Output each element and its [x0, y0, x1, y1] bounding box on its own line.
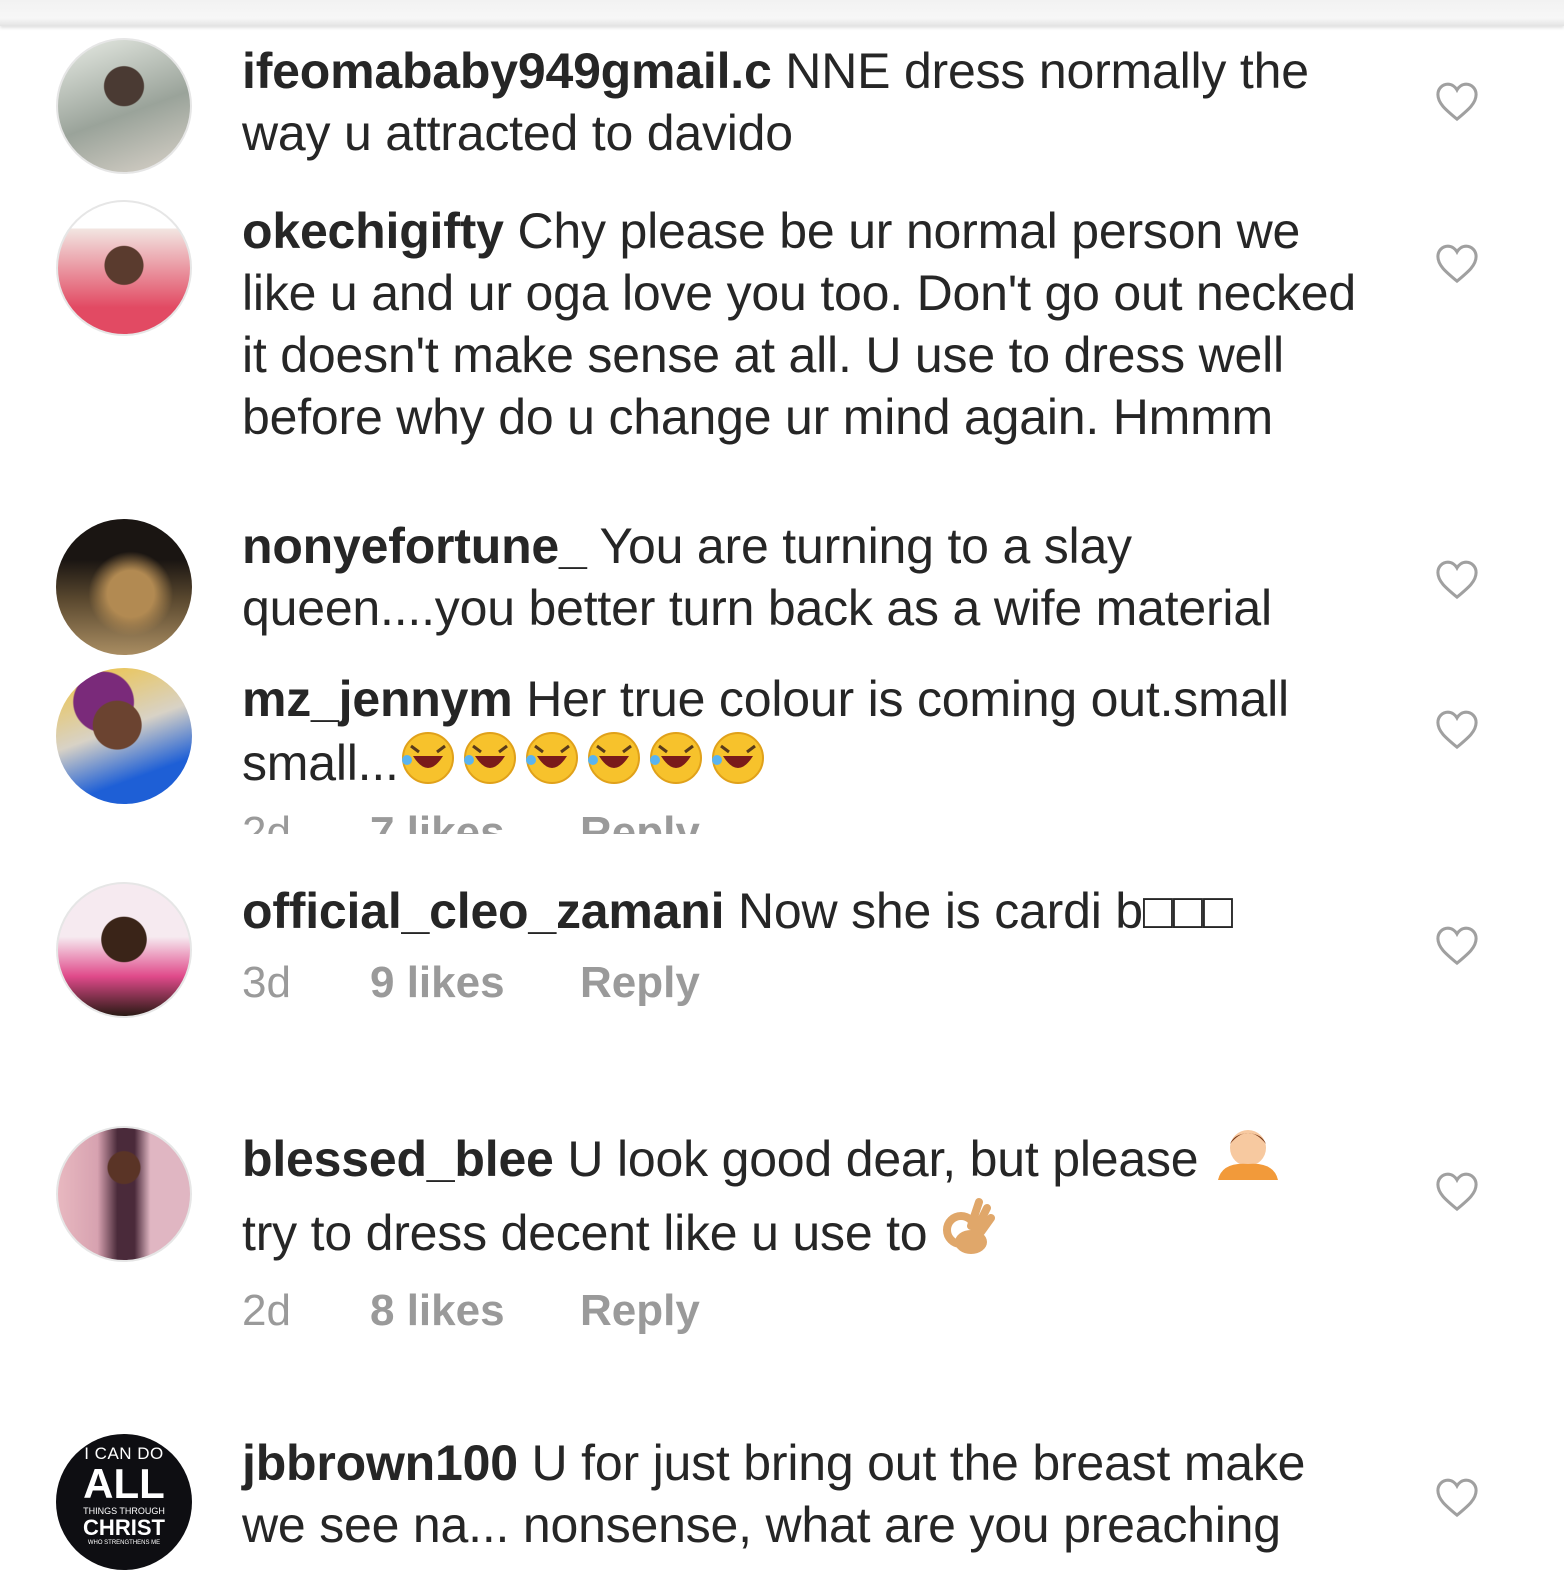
avatar[interactable]: I CAN DO ALL THINGS THROUGH CHRIST WHO S… [56, 1434, 192, 1570]
ok-hand-emoji-icon [941, 1196, 996, 1270]
avatar[interactable] [56, 38, 192, 174]
comment-username[interactable]: jbbrown100 [242, 1435, 518, 1491]
comment-likes[interactable]: 9 likes [370, 958, 580, 1008]
reply-button[interactable]: Reply [580, 1286, 700, 1336]
avatar[interactable] [56, 519, 192, 655]
like-heart-icon[interactable] [1434, 80, 1480, 122]
laughing-emoji-icon [399, 730, 783, 800]
like-heart-icon[interactable] [1434, 1170, 1480, 1212]
avatar[interactable] [56, 668, 192, 804]
comment-text: Now she is cardi b□□□ [738, 883, 1233, 939]
comment-meta: 2d 8 likes Reply [242, 1286, 1382, 1342]
avatar[interactable] [56, 882, 192, 1018]
comment-text: U look good dear, but please [567, 1131, 1199, 1187]
comment-username[interactable]: okechigifty [242, 203, 504, 259]
comment-time: 2d [242, 1286, 291, 1335]
avatar[interactable] [56, 1126, 192, 1262]
avatar[interactable] [56, 200, 192, 336]
comment-username[interactable]: ifeomababy949gmail.c [242, 43, 772, 99]
laughing-emoji-row-icon [401, 731, 765, 785]
like-heart-icon[interactable] [1434, 924, 1480, 966]
reply-button[interactable]: Reply [580, 958, 700, 1008]
comment-text-line2: try to dress decent like u use to [242, 1205, 928, 1261]
avatar-text: CHRIST [83, 1515, 165, 1540]
avatar-text: ALL [83, 1460, 165, 1507]
like-heart-icon[interactable] [1434, 1476, 1480, 1518]
comment-time: 3d [242, 958, 291, 1007]
person-bowing-emoji-icon [1212, 1124, 1284, 1196]
like-heart-icon[interactable] [1434, 708, 1480, 750]
comment-meta: 3d 9 likes Reply [242, 958, 1382, 1014]
like-heart-icon[interactable] [1434, 242, 1480, 284]
comment-meta-partial: 2d7 likesReply [242, 812, 842, 834]
reply-button[interactable]: Reply [580, 812, 700, 834]
comment-username[interactable]: mz_jennym [242, 671, 513, 727]
top-bar-edge [0, 0, 1564, 26]
like-heart-icon[interactable] [1434, 558, 1480, 600]
comment-likes[interactable]: 7 likes [370, 812, 580, 834]
avatar-text: WHO STRENGTHENS ME [87, 1540, 161, 1546]
comment-username[interactable]: blessed_blee [242, 1131, 554, 1187]
comment-likes[interactable]: 8 likes [370, 1286, 580, 1336]
comment-username[interactable]: official_cleo_zamani [242, 883, 725, 939]
comment-time: 2d [242, 812, 370, 834]
comment-username[interactable]: nonyefortune_ [242, 518, 587, 574]
